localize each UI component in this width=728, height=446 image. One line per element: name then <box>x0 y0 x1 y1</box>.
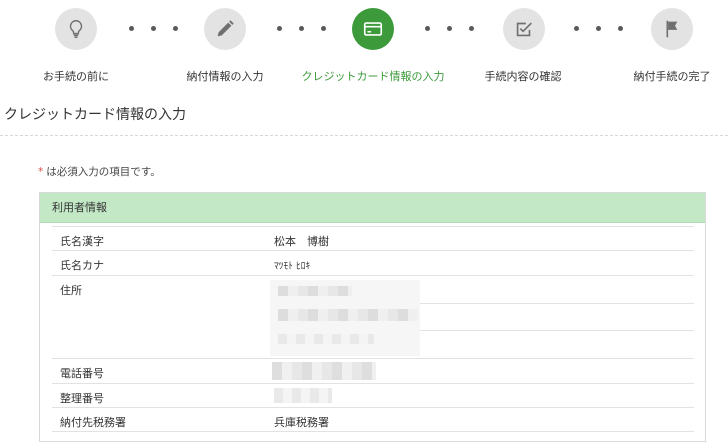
row-value: 松本 博樹 <box>274 235 329 248</box>
row-value: 兵庫税務署 <box>274 416 329 429</box>
redacted-block <box>278 286 352 296</box>
row-label: 納付先税務署 <box>60 416 126 429</box>
user-info-panel: 利用者情報 氏名漢字 松本 博樹 氏名カナ ﾏﾂﾓﾄ ﾋﾛｷ 住所 電話番号 整… <box>39 192 706 442</box>
step-2-label: 納付情報の入力 <box>186 70 264 83</box>
step-4-checklist-icon <box>503 8 545 50</box>
required-note-text: は必須入力の項目です。 <box>46 166 161 178</box>
step-connector-dots <box>574 26 623 32</box>
row-label: 氏名漢字 <box>60 235 104 248</box>
step-5-label: 納付手続の完了 <box>633 70 711 83</box>
panel-header: 利用者情報 <box>40 193 705 223</box>
row-label: 整理番号 <box>60 392 104 405</box>
redacted-block <box>278 309 418 321</box>
step-4-label: 手続内容の確認 <box>484 70 562 83</box>
step-5-flag-icon <box>651 8 693 50</box>
row-label: 住所 <box>60 284 82 297</box>
title-divider <box>0 135 728 136</box>
step-connector-dots <box>129 26 178 32</box>
redacted-block <box>278 334 374 344</box>
row-label: 電話番号 <box>60 367 104 380</box>
required-note: * は必須入力の項目です。 <box>38 164 161 179</box>
step-connector-dots <box>277 26 326 32</box>
step-2-pencil-icon <box>204 8 246 50</box>
step-3-label: クレジットカード情報の入力 <box>301 70 445 83</box>
table-row-phone: 電話番号 <box>52 358 694 383</box>
page-title: クレジットカード情報の入力 <box>4 107 186 123</box>
step-connector-dots <box>425 26 474 32</box>
table-row-name-kanji: 氏名漢字 松本 博樹 <box>52 226 694 250</box>
table-row-tax-office: 納付先税務署 兵庫税務署 <box>52 407 694 432</box>
table-row-address: 住所 <box>52 275 694 358</box>
redacted-phone <box>272 362 376 380</box>
required-star: * <box>38 166 44 178</box>
step-1-label: お手続の前に <box>43 70 109 83</box>
table-row-reference-number: 整理番号 <box>52 383 694 407</box>
step-1-lightbulb-icon <box>55 8 97 50</box>
table-row-name-kana: 氏名カナ ﾏﾂﾓﾄ ﾋﾛｷ <box>52 250 694 274</box>
redacted-reference-number <box>274 388 332 403</box>
step-3-credit-card-icon <box>352 8 394 50</box>
row-value: ﾏﾂﾓﾄ ﾋﾛｷ <box>274 261 311 272</box>
progress-stepper: お手続の前に 納付情報の入力 クレジットカード情報の入力 手続内容の確認 納付手… <box>0 0 728 92</box>
row-label: 氏名カナ <box>60 259 104 272</box>
